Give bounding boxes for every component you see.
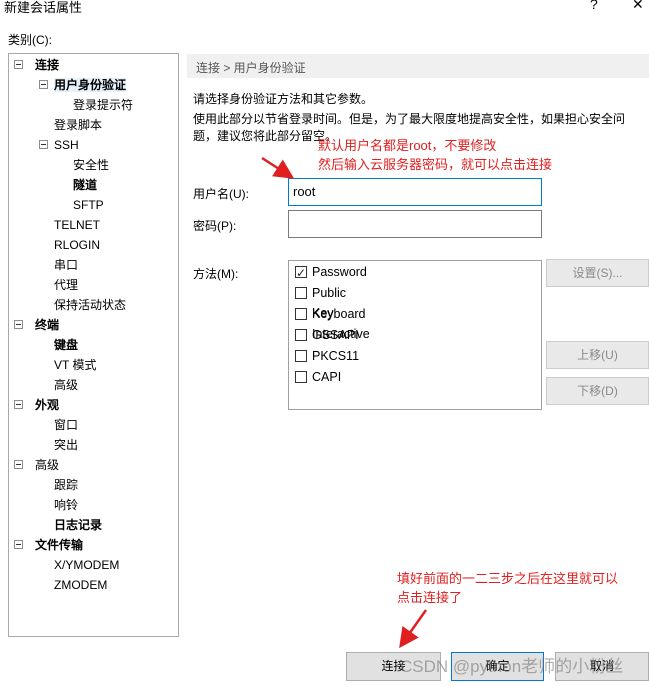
breadcrumb-bar: 连接 > 用户身份验证	[187, 54, 649, 78]
tree-item-terminal-advanced[interactable]: 高级	[54, 376, 78, 394]
collapse-icon[interactable]	[39, 140, 48, 149]
tree-item-tunneling[interactable]: 隧道	[73, 176, 97, 194]
category-label: 类别(C):	[8, 33, 52, 47]
collapse-icon[interactable]	[14, 460, 23, 469]
category-tree[interactable]: 连接 用户身份验证 登录提示符 登录脚本 SSH 安全性 隧道 SFTP TEL…	[8, 53, 179, 637]
tree-item-file-transfer[interactable]: 文件传输	[35, 536, 83, 554]
collapse-icon[interactable]	[14, 400, 23, 409]
password-label: 密码(P):	[193, 219, 237, 233]
tree-item-user-auth[interactable]: 用户身份验证	[54, 76, 127, 94]
annotation-connect-note: 填好前面的一二三步之后在这里就可以 点击连接了	[397, 571, 619, 605]
tree-item-proxy[interactable]: 代理	[54, 276, 78, 294]
method-label: 方法(M):	[193, 267, 239, 281]
tree-item-connection[interactable]: 连接	[35, 56, 59, 74]
tree-item-login-prompts[interactable]: 登录提示符	[73, 96, 133, 114]
close-button[interactable]: ✕	[632, 0, 644, 13]
checkbox-icon[interactable]	[295, 308, 307, 320]
username-label: 用户名(U):	[193, 187, 249, 201]
tree-item-highlight[interactable]: 突出	[54, 436, 78, 454]
checkbox-icon[interactable]	[295, 329, 307, 341]
window-title: 新建会话属性	[4, 0, 83, 15]
arrow-to-connect-icon	[399, 609, 428, 649]
collapse-icon[interactable]	[14, 320, 23, 329]
tree-item-trace[interactable]: 跟踪	[54, 476, 78, 494]
move-down-button[interactable]: 下移(D)	[546, 377, 649, 405]
tree-item-zmodem[interactable]: ZMODEM	[54, 576, 107, 594]
move-up-button[interactable]: 上移(U)	[546, 341, 649, 369]
breadcrumb: 连接 > 用户身份验证	[196, 61, 306, 75]
username-input[interactable]: root	[288, 178, 542, 206]
checkbox-icon[interactable]	[295, 371, 307, 383]
tree-item-keep-alive[interactable]: 保持活动状态	[54, 296, 126, 314]
tree-item-advanced[interactable]: 高级	[35, 456, 59, 474]
method-list[interactable]: Password Public Key Keyboard Interactive…	[288, 260, 542, 410]
tree-item-ssh[interactable]: SSH	[54, 136, 79, 154]
tree-item-terminal[interactable]: 终端	[35, 316, 59, 334]
collapse-icon[interactable]	[14, 60, 23, 69]
tree-item-login-scripts[interactable]: 登录脚本	[54, 116, 102, 134]
title-bar: 新建会话属性 ? ✕	[0, 0, 649, 15]
panel-description: 请选择身份验证方法和其它参数。	[193, 92, 374, 106]
tree-item-logging[interactable]: 日志记录	[54, 516, 102, 534]
collapse-icon[interactable]	[39, 80, 48, 89]
help-button[interactable]: ?	[590, 0, 598, 12]
tree-item-rlogin[interactable]: RLOGIN	[54, 236, 100, 254]
tree-item-security[interactable]: 安全性	[73, 156, 109, 174]
checkbox-checked-icon[interactable]	[295, 263, 307, 283]
collapse-icon[interactable]	[14, 540, 23, 549]
tree-item-window[interactable]: 窗口	[54, 416, 78, 434]
checkbox-icon[interactable]	[295, 350, 307, 362]
arrow-to-username-icon	[261, 156, 295, 179]
watermark: CSDN @python老师的小粉丝	[400, 657, 624, 676]
tree-item-appearance[interactable]: 外观	[35, 396, 59, 414]
settings-button[interactable]: 设置(S)...	[546, 259, 649, 287]
tree-item-xymodem[interactable]: X/YMODEM	[54, 556, 119, 574]
tree-item-telnet[interactable]: TELNET	[54, 216, 100, 234]
checkbox-icon[interactable]	[295, 287, 307, 299]
annotation-username-note: 默认用户名都是root，不要修改 然后输入云服务器密码，就可以点击连接	[318, 138, 553, 172]
tree-item-keyboard[interactable]: 键盘	[54, 336, 78, 354]
tree-item-sftp[interactable]: SFTP	[73, 196, 104, 214]
tree-item-vt-modes[interactable]: VT 模式	[54, 356, 96, 374]
password-input[interactable]	[288, 210, 542, 238]
tree-item-bell[interactable]: 响铃	[54, 496, 78, 514]
tree-item-serial[interactable]: 串口	[54, 256, 78, 274]
